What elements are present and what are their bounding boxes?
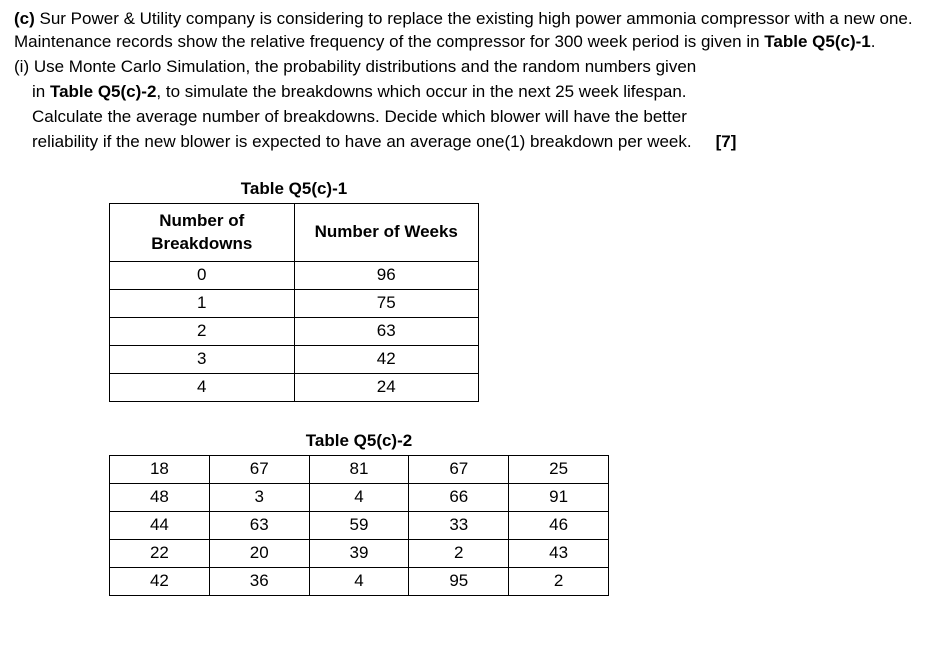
table2-cell: 43 bbox=[509, 539, 609, 567]
table2-cell: 36 bbox=[209, 567, 309, 595]
table-row: 2 63 bbox=[110, 318, 479, 346]
question-sub-4: reliability if the new blower is expecte… bbox=[14, 131, 934, 154]
table1-cell: 96 bbox=[294, 262, 479, 290]
table1-cell: 63 bbox=[294, 318, 479, 346]
table2-cell: 46 bbox=[509, 511, 609, 539]
table-row: 18 67 81 67 25 bbox=[110, 456, 609, 484]
table-row: 42 36 4 95 2 bbox=[110, 567, 609, 595]
table2-cell: 3 bbox=[209, 484, 309, 512]
table2-cell: 59 bbox=[309, 511, 409, 539]
table1-cell: 24 bbox=[294, 374, 479, 402]
table2-cell: 81 bbox=[309, 456, 409, 484]
sub-line-3: Calculate the average number of breakdow… bbox=[32, 107, 687, 126]
question-sub-1: (i) Use Monte Carlo Simulation, the prob… bbox=[14, 56, 934, 79]
table1-cell: 75 bbox=[294, 290, 479, 318]
table2-cell: 63 bbox=[209, 511, 309, 539]
table2-cell: 42 bbox=[110, 567, 210, 595]
table-row: 1 75 bbox=[110, 290, 479, 318]
sub-line-4: reliability if the new blower is expecte… bbox=[32, 132, 692, 151]
table1-cell: 42 bbox=[294, 346, 479, 374]
marks: [7] bbox=[716, 132, 737, 151]
sub-line-2: , to simulate the breakdowns which occur… bbox=[156, 82, 686, 101]
question-block: (c) Sur Power & Utility company is consi… bbox=[14, 8, 934, 154]
question-para-1: (c) Sur Power & Utility company is consi… bbox=[14, 8, 934, 54]
table2-cell: 20 bbox=[209, 539, 309, 567]
table2-ref: Table Q5(c)-2 bbox=[50, 82, 156, 101]
table1-header-col2: Number of Weeks bbox=[294, 203, 479, 262]
question-prefix: (c) bbox=[14, 9, 35, 28]
table2-cell: 48 bbox=[110, 484, 210, 512]
sub-in: in bbox=[32, 82, 50, 101]
table-row: 0 96 bbox=[110, 262, 479, 290]
table1-cell: 3 bbox=[110, 346, 295, 374]
question-sub-3: Calculate the average number of breakdow… bbox=[14, 106, 934, 129]
table2-cell: 4 bbox=[309, 567, 409, 595]
sub-prefix: (i) bbox=[14, 57, 34, 76]
table2-cell: 91 bbox=[509, 484, 609, 512]
table2-cell: 44 bbox=[110, 511, 210, 539]
table1-cell: 0 bbox=[110, 262, 295, 290]
table2-cell: 2 bbox=[409, 539, 509, 567]
table-q5c-1: Number of Breakdowns Number of Weeks 0 9… bbox=[109, 203, 479, 403]
question-sub-2: in Table Q5(c)-2, to simulate the breakd… bbox=[14, 81, 934, 104]
table1-title: Table Q5(c)-1 bbox=[109, 178, 479, 201]
table-row: 48 3 4 66 91 bbox=[110, 484, 609, 512]
table-row: 3 42 bbox=[110, 346, 479, 374]
table1-header-col1a: Number of bbox=[116, 210, 288, 233]
table-row: 4 24 bbox=[110, 374, 479, 402]
table2-cell: 95 bbox=[409, 567, 509, 595]
table-row: 44 63 59 33 46 bbox=[110, 511, 609, 539]
table2-title: Table Q5(c)-2 bbox=[109, 430, 609, 453]
table2-cell: 18 bbox=[110, 456, 210, 484]
table2-cell: 66 bbox=[409, 484, 509, 512]
table1-header-col1b: Breakdowns bbox=[116, 233, 288, 256]
table1-cell: 2 bbox=[110, 318, 295, 346]
table2-cell: 4 bbox=[309, 484, 409, 512]
table2-cell: 33 bbox=[409, 511, 509, 539]
table-row: 22 20 39 2 43 bbox=[110, 539, 609, 567]
question-body-1-end: . bbox=[871, 32, 876, 51]
table1-cell: 4 bbox=[110, 374, 295, 402]
table2-cell: 2 bbox=[509, 567, 609, 595]
table-q5c-2: 18 67 81 67 25 48 3 4 66 91 44 63 59 33 … bbox=[109, 455, 609, 596]
table2-cell: 39 bbox=[309, 539, 409, 567]
table2-cell: 67 bbox=[409, 456, 509, 484]
table1-header-col1: Number of Breakdowns bbox=[110, 203, 295, 262]
table2-cell: 25 bbox=[509, 456, 609, 484]
table2-cell: 22 bbox=[110, 539, 210, 567]
table1-ref: Table Q5(c)-1 bbox=[764, 32, 870, 51]
table1-cell: 1 bbox=[110, 290, 295, 318]
table2-cell: 67 bbox=[209, 456, 309, 484]
sub-line-1: Use Monte Carlo Simulation, the probabil… bbox=[34, 57, 696, 76]
